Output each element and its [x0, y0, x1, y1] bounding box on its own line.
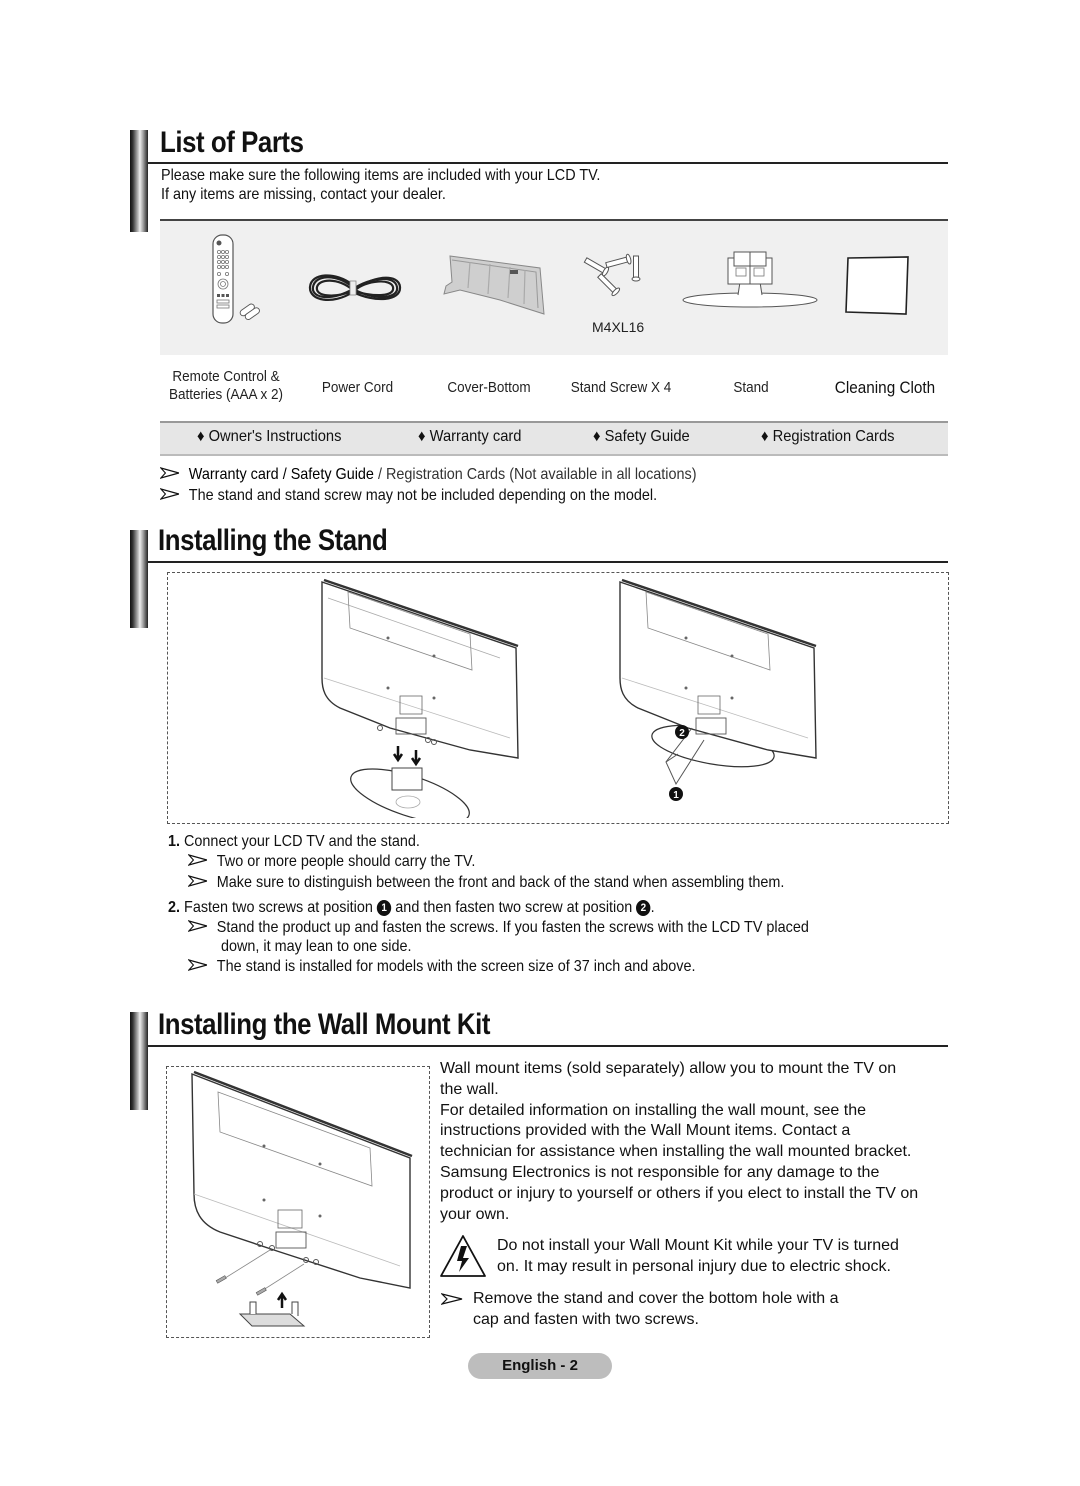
- note-line: Stand the product up and fasten the scre…: [188, 918, 809, 938]
- section-marker-bar: [130, 130, 148, 232]
- section-marker-bar: [130, 530, 148, 628]
- note-bold: Warranty card / Safety Guide: [188, 466, 374, 483]
- section-title-installing-stand: Installing the Stand: [158, 524, 388, 557]
- paragraph-line: Wall mount items (sold separately) allow…: [440, 1060, 897, 1077]
- warning-line: on. It may result in personal injury due…: [497, 1257, 891, 1275]
- wall-mount-warning: Do not install your Wall Mount Kit while…: [497, 1236, 957, 1278]
- paragraph-line: your own.: [440, 1205, 510, 1223]
- paragraph-line: product or injury to yourself or others …: [440, 1184, 919, 1202]
- extra-item: ♦ Warranty card: [418, 428, 522, 445]
- included-documents-bar: ♦ Owner's Instructions ♦ Warranty card ♦…: [160, 421, 948, 456]
- extra-item: ♦ Owner's Instructions: [197, 428, 342, 445]
- note-line: The stand is installed for models with t…: [188, 957, 695, 977]
- screw-spec-caption: M4XL16: [592, 319, 645, 335]
- part-label-remote: Remote Control & Batteries (AAA x 2): [167, 368, 286, 404]
- power-cord-icon: [308, 274, 402, 301]
- wall-mount-note: Remove the stand and cover the bottom ho…: [473, 1289, 953, 1331]
- step-1: 1. Connect your LCD TV and the stand.: [168, 832, 420, 852]
- paragraph-line: technician for assistance when installin…: [440, 1143, 912, 1161]
- note-line: Two or more people should carry the TV.: [188, 852, 475, 872]
- section-rule: [148, 561, 948, 563]
- section-title-list-of-parts: List of Parts: [160, 126, 304, 159]
- step-number: 1.: [168, 833, 181, 850]
- part-label-stand-screw: Stand Screw X 4: [570, 379, 672, 396]
- part-label-power-cord: Power Cord: [321, 379, 394, 396]
- note-line: Make sure to distinguish between the fro…: [188, 873, 784, 893]
- intro-line: If any items are missing, contact your d…: [161, 186, 446, 203]
- tv-stand-attach-illustration: [321, 578, 519, 818]
- note-arrow-icon: [160, 488, 180, 500]
- intro-line: Please make sure the following items are…: [161, 167, 601, 184]
- stand-illustration-frame: [167, 572, 949, 824]
- note-arrow-icon: [188, 959, 208, 971]
- note-text: The stand and stand screw may not be inc…: [188, 487, 658, 504]
- paragraph-line: For detailed information on installing t…: [440, 1101, 867, 1119]
- note-line: The stand and stand screw may not be inc…: [160, 486, 657, 506]
- step-text: Fasten two screws at position: [184, 899, 377, 916]
- wall-mount-illustration: [191, 1070, 413, 1327]
- note-line: cap and fasten with two screws.: [473, 1310, 699, 1328]
- paragraph-line: the wall.: [440, 1080, 499, 1098]
- step-text: and then fasten two screw at position: [391, 899, 637, 916]
- svg-text:2: 2: [679, 728, 685, 739]
- callout-2-inline: 2: [636, 900, 651, 916]
- note-arrow-icon: [188, 854, 208, 866]
- section-marker-bar: [130, 1012, 148, 1110]
- warning-line: Do not install your Wall Mount Kit while…: [497, 1237, 899, 1254]
- note-arrow-icon: [441, 1293, 463, 1305]
- extra-item: ♦ Safety Guide: [593, 428, 690, 445]
- remote-control-icon: [212, 234, 260, 324]
- section-title-wall-mount: Installing the Wall Mount Kit: [158, 1008, 490, 1041]
- note-text: Two or more people should carry the TV.: [216, 853, 476, 870]
- svg-text:1: 1: [673, 790, 679, 801]
- step-number: 2.: [168, 899, 181, 916]
- part-label-line: Remote Control &: [172, 368, 280, 385]
- section-rule: [148, 1045, 948, 1047]
- paragraph-line: instructions provided with the Wall Moun…: [440, 1122, 851, 1140]
- cleaning-cloth-icon: [845, 256, 909, 315]
- tv-stand-screws-illustration: 2 1: [619, 578, 817, 801]
- note-text: Make sure to distinguish between the fro…: [216, 874, 785, 891]
- note-rest: / Registration Cards (Not available in a…: [373, 466, 697, 483]
- part-label-line: Batteries (AAA x 2): [168, 386, 284, 403]
- note-arrow-icon: [160, 467, 180, 479]
- stand-icon: [682, 251, 818, 308]
- note-text: Stand the product up and fasten the scre…: [216, 919, 809, 936]
- callout-1: 1: [669, 787, 683, 801]
- callout-1-inline: 1: [376, 900, 392, 916]
- note-arrow-icon: [188, 875, 208, 887]
- note-text: The stand is installed for models with t…: [216, 958, 696, 975]
- part-label-cover-bottom: Cover-Bottom: [447, 379, 531, 396]
- section-rule: [148, 162, 948, 164]
- step-2: 2. Fasten two screws at position 1 and t…: [168, 898, 655, 918]
- extra-item: ♦ Registration Cards: [761, 428, 895, 445]
- electric-shock-warning-icon: [440, 1235, 486, 1277]
- note-line-continued: down, it may lean to one side.: [221, 938, 412, 955]
- note-line: Warranty card / Safety Guide / Registrat…: [160, 465, 696, 485]
- part-label-stand: Stand: [733, 379, 769, 396]
- step-text: .: [650, 899, 655, 916]
- part-label-cleaning-cloth: Cleaning Cloth: [834, 378, 936, 397]
- page-number-badge: English - 2: [468, 1353, 612, 1379]
- cover-bottom-icon: [443, 255, 545, 315]
- paragraph-line: Samsung Electronics is not responsible f…: [440, 1163, 880, 1181]
- callout-2: 2: [675, 725, 689, 739]
- stand-screw-icon: [583, 253, 641, 297]
- wall-mount-description: Wall mount items (sold separately) allow…: [440, 1059, 960, 1225]
- step-text: Connect your LCD TV and the stand.: [184, 833, 420, 850]
- note-line: Remove the stand and cover the bottom ho…: [473, 1290, 839, 1307]
- note-arrow-icon: [188, 920, 208, 932]
